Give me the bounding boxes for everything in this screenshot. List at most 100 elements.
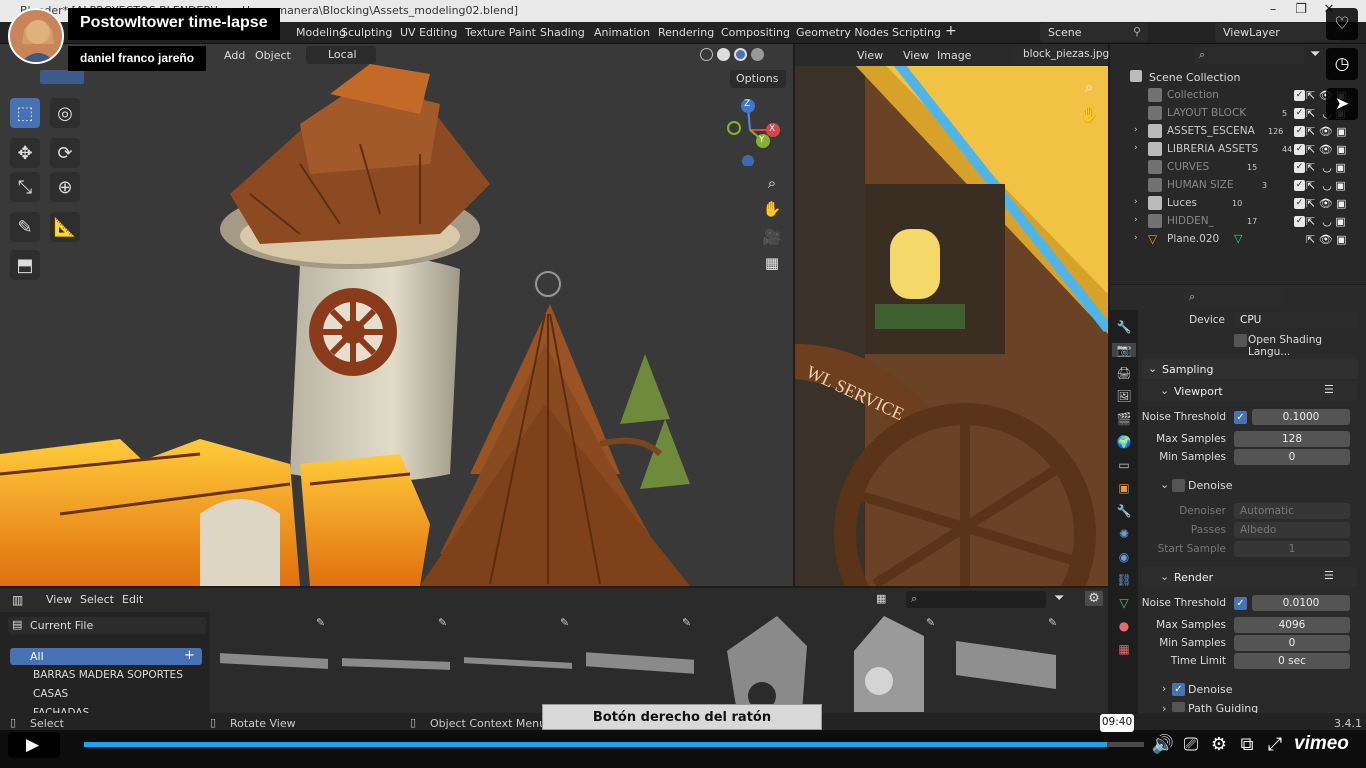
physics-tab-icon[interactable]: ◉ [1119, 550, 1129, 564]
exclude-checkbox[interactable]: ✓ [1294, 162, 1305, 173]
play-button[interactable]: ▶ [8, 732, 60, 758]
view-layer-selector[interactable]: ViewLayer [1215, 23, 1341, 42]
category-casas[interactable]: CASAS [33, 688, 68, 700]
denoise-checkbox[interactable] [1172, 479, 1185, 492]
collection-tab-icon[interactable]: ▭ [1118, 458, 1129, 472]
rendered-shading-icon[interactable] [751, 48, 764, 61]
asset-search-input[interactable]: ⌕ [906, 591, 1046, 608]
exclude-checkbox[interactable]: ✓ [1294, 144, 1305, 155]
settings-icon[interactable]: ⚙ [1206, 734, 1232, 755]
tool-tab-icon[interactable]: 🔧 [1117, 320, 1132, 334]
asset-thumbnail[interactable] [702, 616, 822, 712]
cursor-tool[interactable]: ◎ [50, 98, 80, 128]
render-max-field[interactable]: 4096 [1234, 617, 1350, 633]
denoise-subpanel-header[interactable]: ⌄ Denoise [1160, 477, 1350, 495]
transform-tool[interactable]: ⊕ [50, 172, 80, 202]
texture-tab-icon[interactable]: ▦ [1118, 642, 1129, 656]
viewport-min-field[interactable]: 0 [1234, 449, 1350, 465]
view-layer-tab-icon[interactable]: 🖼 [1116, 389, 1131, 403]
tab-texture-paint[interactable]: Texture Paint [465, 26, 536, 39]
sampling-panel-header[interactable]: ⌄ Sampling [1142, 359, 1358, 379]
tab-scripting[interactable]: Scripting [892, 26, 941, 39]
render-min-field[interactable]: 0 [1234, 635, 1350, 651]
video-author-box[interactable]: daniel franco jareño [68, 46, 207, 71]
asset-thumbnail[interactable]: ✎ [336, 616, 456, 712]
render-noise-field[interactable]: 0.0100 [1252, 595, 1350, 611]
viewport-noise-checkbox[interactable]: ✓ [1234, 411, 1247, 424]
list-icon[interactable]: ☰ [1324, 569, 1334, 582]
zoom-icon[interactable]: ⌕ [761, 172, 783, 194]
edit-icon[interactable]: ✎ [438, 616, 447, 629]
editor-type-icon[interactable]: ▥ [12, 593, 23, 607]
shading-buttons[interactable] [700, 48, 770, 64]
image-selector[interactable]: block_piezas.jpg [1013, 46, 1109, 64]
asset-thumbnail[interactable]: ✎ [580, 616, 700, 712]
render-tab-icon[interactable]: 📷 [1112, 343, 1136, 357]
select-box-tool[interactable]: ⬚ [10, 98, 40, 128]
material-shading-icon[interactable] [734, 48, 747, 61]
denoiser-dropdown[interactable]: Automatic [1234, 503, 1350, 519]
expand-arrow-icon[interactable]: › [1134, 125, 1138, 135]
output-tab-icon[interactable]: 🖨 [1116, 366, 1131, 380]
exclude-checkbox[interactable]: ✓ [1294, 126, 1305, 137]
particles-tab-icon[interactable]: ✺ [1119, 527, 1129, 541]
edit-icon[interactable]: ✎ [682, 616, 691, 629]
edit-icon[interactable]: ✎ [560, 616, 569, 629]
watch-later-button[interactable]: ◷ [1326, 48, 1358, 80]
minimize-icon[interactable]: – [1262, 2, 1284, 17]
object-tab-icon[interactable]: ▣ [1118, 481, 1129, 495]
viewport-max-field[interactable]: 128 [1234, 431, 1350, 447]
share-button[interactable]: ➤ [1326, 88, 1358, 120]
device-dropdown[interactable]: CPU [1234, 312, 1358, 328]
options-dropdown[interactable]: Options [730, 70, 786, 88]
exclude-checkbox[interactable]: ✓ [1294, 216, 1305, 227]
asset-thumbnail[interactable]: ✎ [214, 616, 334, 712]
like-button[interactable]: ♡ [1326, 8, 1358, 40]
expand-arrow-icon[interactable]: › [1134, 143, 1138, 153]
exclude-checkbox[interactable]: ✓ [1294, 180, 1305, 191]
tab-shading[interactable]: Shading [540, 26, 585, 39]
viewport-subpanel-header[interactable]: ⌄ Viewport ☰ [1142, 381, 1358, 401]
asset-menu-view[interactable]: View [46, 593, 72, 606]
expand-arrow-icon[interactable]: › [1134, 215, 1138, 225]
render-subpanel-header[interactable]: ⌄ Render ☰ [1142, 567, 1358, 587]
pip-icon[interactable]: ⧉ [1234, 734, 1260, 755]
asset-thumbnail[interactable]: ✎ [946, 616, 1066, 712]
settings-gear-icon[interactable]: ⚙ [1085, 591, 1103, 606]
volume-icon[interactable]: 🔊 [1150, 734, 1176, 755]
expand-arrow-icon[interactable]: › [1134, 197, 1138, 207]
asset-thumbnail[interactable]: ✎ [824, 616, 944, 712]
3d-viewport[interactable] [0, 44, 793, 586]
viewport-menu-object[interactable]: Object [255, 49, 291, 62]
image-menu-view-2[interactable]: View [903, 49, 929, 62]
tab-geometry-nodes[interactable]: Geometry Nodes [796, 26, 889, 39]
asset-menu-select[interactable]: Select [80, 593, 114, 606]
path-guiding-checkbox[interactable] [1172, 702, 1185, 712]
properties-search-input[interactable]: ⌕ [1184, 289, 1284, 306]
asset-filter-icon[interactable]: ⏷ [1054, 591, 1064, 606]
select-mode-buttons[interactable] [40, 70, 84, 84]
passes-dropdown[interactable]: Albedo [1234, 522, 1350, 538]
annotate-tool[interactable]: ✎ [10, 212, 40, 242]
add-category-icon[interactable]: + [184, 648, 195, 663]
author-avatar[interactable] [8, 8, 64, 64]
asset-thumbnail[interactable]: ✎ [458, 616, 578, 712]
image-menu-image[interactable]: Image [937, 49, 971, 62]
pan-hand-icon[interactable]: ✋ [761, 198, 783, 220]
cast-icon[interactable]: ⎚ [1178, 734, 1204, 755]
vimeo-logo[interactable]: vimeo [1294, 733, 1349, 755]
render-denoise-subpanel[interactable]: › ✓ Denoise [1160, 681, 1350, 699]
start-sample-field[interactable]: 1 [1234, 541, 1350, 557]
edit-icon[interactable]: ✎ [1048, 616, 1057, 629]
osl-checkbox[interactable] [1234, 334, 1247, 347]
edit-icon[interactable]: ✎ [926, 616, 935, 629]
render-denoise-checkbox[interactable]: ✓ [1172, 683, 1185, 696]
navigation-gizmo[interactable]: Z X Y [716, 96, 784, 167]
category-all[interactable]: All + [10, 648, 202, 665]
add-workspace-button[interactable]: + [945, 23, 957, 39]
data-tab-icon[interactable]: ▽ [1119, 596, 1128, 610]
transform-orientation-dropdown[interactable]: Local [306, 46, 376, 64]
tab-animation[interactable]: Animation [594, 26, 650, 39]
asset-menu-edit[interactable]: Edit [122, 593, 143, 606]
time-limit-field[interactable]: 0 sec [1234, 653, 1350, 669]
